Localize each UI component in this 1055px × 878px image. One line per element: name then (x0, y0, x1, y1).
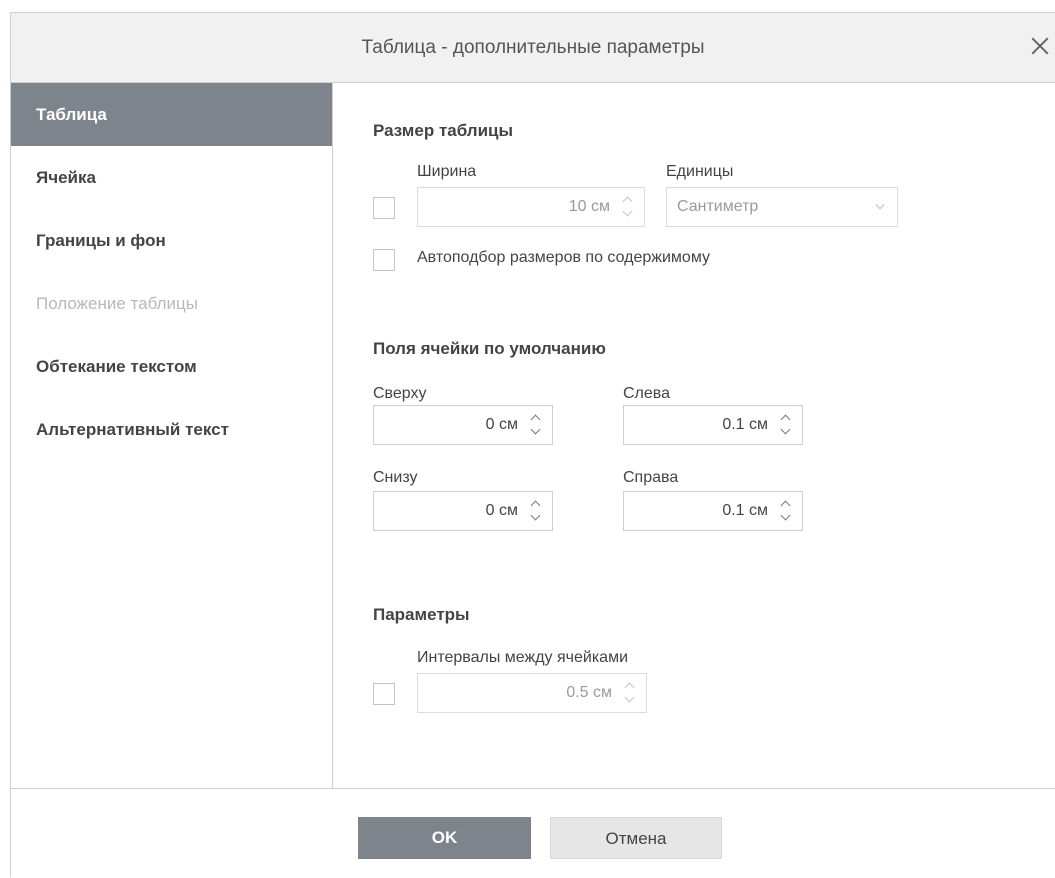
chevron-down-icon[interactable] (530, 510, 541, 521)
bottom-margin-label: Снизу (373, 469, 418, 486)
chevron-up-icon[interactable] (780, 414, 791, 425)
units-value: Сантиметр (677, 198, 759, 215)
autofit-checkbox[interactable] (373, 249, 395, 271)
chevron-down-icon[interactable] (780, 510, 791, 521)
width-value: 10 см (568, 198, 610, 215)
chevron-down-icon (875, 200, 885, 210)
top-margin-value: 0 см (485, 416, 518, 433)
top-margin-stepper[interactable]: 0 см (373, 405, 553, 445)
units-label: Единицы (666, 163, 734, 180)
chevron-down-icon[interactable] (530, 424, 541, 435)
table-advanced-settings-dialog: Таблица - дополнительные параметры Табли… (10, 12, 1055, 878)
cell-margins-title: Поля ячейки по умолчанию (373, 339, 606, 358)
bottom-margin-value: 0 см (485, 502, 518, 519)
width-stepper[interactable]: 10 см (417, 187, 645, 227)
left-margin-stepper[interactable]: 0.1 см (623, 405, 803, 445)
table-size-title: Размер таблицы (373, 121, 514, 140)
close-icon[interactable] (1027, 33, 1053, 59)
chevron-up-icon[interactable] (530, 500, 541, 511)
bottom-margin-stepper-arrows[interactable] (528, 498, 544, 524)
right-margin-label: Справа (623, 469, 679, 486)
sidebar-item-table[interactable]: Таблица (11, 83, 332, 146)
top-margin-label: Сверху (373, 385, 427, 402)
chevron-down-icon[interactable] (624, 692, 635, 703)
cell-spacing-stepper[interactable]: 0.5 см (417, 673, 647, 713)
options-title: Параметры (373, 605, 470, 624)
dialog-footer: OK Отмена (11, 788, 1055, 878)
sidebar-item-table-position: Положение таблицы (36, 294, 198, 313)
width-checkbox[interactable] (373, 197, 395, 219)
right-margin-stepper[interactable]: 0.1 см (623, 491, 803, 531)
ok-button[interactable]: OK (358, 817, 531, 859)
chevron-down-icon[interactable] (622, 206, 633, 217)
cancel-button[interactable]: Отмена (550, 817, 722, 859)
chevron-up-icon[interactable] (530, 414, 541, 425)
width-label: Ширина (417, 163, 477, 180)
cell-spacing-label: Интервалы между ячейками (417, 649, 629, 666)
sidebar-item-text-wrapping[interactable]: Обтекание текстом (11, 335, 332, 398)
right-margin-value: 0.1 см (722, 502, 768, 519)
units-select[interactable]: Сантиметр (666, 187, 898, 227)
left-margin-stepper-arrows[interactable] (778, 412, 794, 438)
chevron-up-icon[interactable] (622, 196, 633, 207)
dialog-title: Таблица - дополнительные параметры (361, 37, 705, 58)
cell-spacing-checkbox[interactable] (373, 683, 395, 705)
left-margin-label: Слева (623, 385, 671, 402)
cell-spacing-value: 0.5 см (566, 684, 612, 701)
top-margin-stepper-arrows[interactable] (528, 412, 544, 438)
bottom-margin-stepper[interactable]: 0 см (373, 491, 553, 531)
dialog-header: Таблица - дополнительные параметры (11, 13, 1055, 83)
chevron-up-icon[interactable] (780, 500, 791, 511)
sidebar-item-cell[interactable]: Ячейка (11, 146, 332, 209)
settings-panel: Размер таблицы Ширина Единицы 10 см Сант… (333, 83, 1055, 788)
sidebar: Таблица Ячейка Границы и фон Положение т… (11, 83, 333, 788)
autofit-label[interactable]: Автоподбор размеров по содержимому (417, 249, 710, 267)
left-margin-value: 0.1 см (722, 416, 768, 433)
sidebar-item-alt-text[interactable]: Альтернативный текст (11, 398, 332, 461)
chevron-up-icon[interactable] (624, 682, 635, 693)
chevron-down-icon[interactable] (780, 424, 791, 435)
right-margin-stepper-arrows[interactable] (778, 498, 794, 524)
width-stepper-arrows[interactable] (620, 194, 636, 220)
cell-spacing-stepper-arrows[interactable] (622, 680, 638, 706)
sidebar-item-borders-background[interactable]: Границы и фон (11, 209, 332, 272)
